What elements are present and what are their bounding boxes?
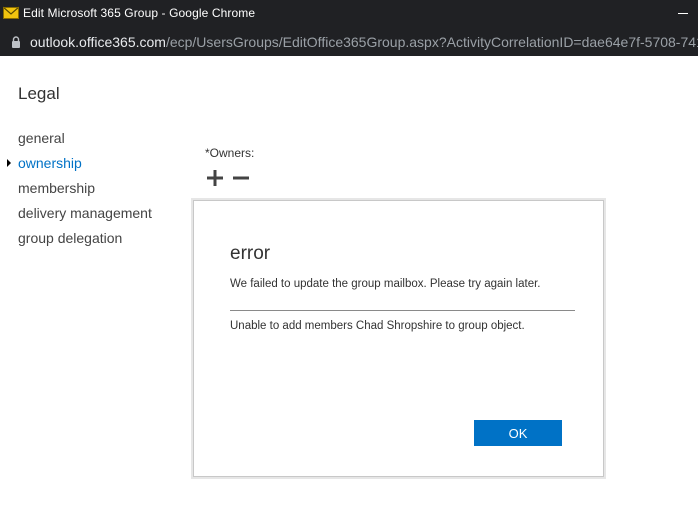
url-text[interactable]: outlook.office365.com/ecp/UsersGroups/Ed… [30, 34, 698, 50]
nav-item-delivery-management[interactable]: delivery management [18, 203, 152, 228]
lock-icon [12, 36, 20, 48]
ok-button[interactable]: OK [474, 420, 562, 446]
dialog-title: error [230, 243, 271, 264]
url-host: outlook.office365.com [30, 34, 166, 50]
window-title: Edit Microsoft 365 Group - Google Chrome [23, 6, 256, 20]
outlook-app-icon [3, 6, 19, 19]
url-path: /ecp/UsersGroups/EditOffice365Group.aspx… [165, 34, 698, 50]
owners-label: *Owners: [205, 146, 255, 160]
window-titlebar: Edit Microsoft 365 Group - Google Chrome [0, 0, 698, 28]
page-title: Legal [18, 84, 60, 103]
section-nav: general ownership membership delivery ma… [7, 128, 152, 253]
dialog-detail: Unable to add members Chad Shropshire to… [230, 320, 525, 332]
nav-item-general[interactable]: general [18, 128, 152, 153]
plus-icon[interactable] [207, 170, 223, 186]
minimize-icon [678, 13, 688, 14]
nav-item-label: general [18, 130, 65, 146]
nav-item-label: membership [18, 180, 96, 196]
nav-item-label: ownership [18, 155, 82, 171]
address-bar[interactable]: outlook.office365.com/ecp/UsersGroups/Ed… [0, 28, 698, 56]
minimize-button[interactable] [668, 0, 698, 28]
minus-icon[interactable] [233, 170, 249, 186]
error-dialog: error We failed to update the group mail… [193, 200, 604, 477]
nav-item-membership[interactable]: membership [18, 178, 152, 203]
nav-item-label: group delegation [18, 230, 123, 246]
dialog-message: We failed to update the group mailbox. P… [230, 278, 541, 290]
nav-item-group-delegation[interactable]: group delegation [18, 228, 152, 253]
dialog-divider [230, 310, 575, 311]
nav-item-ownership[interactable]: ownership [7, 153, 152, 178]
nav-item-label: delivery management [18, 205, 152, 221]
caret-right-icon [7, 159, 11, 167]
